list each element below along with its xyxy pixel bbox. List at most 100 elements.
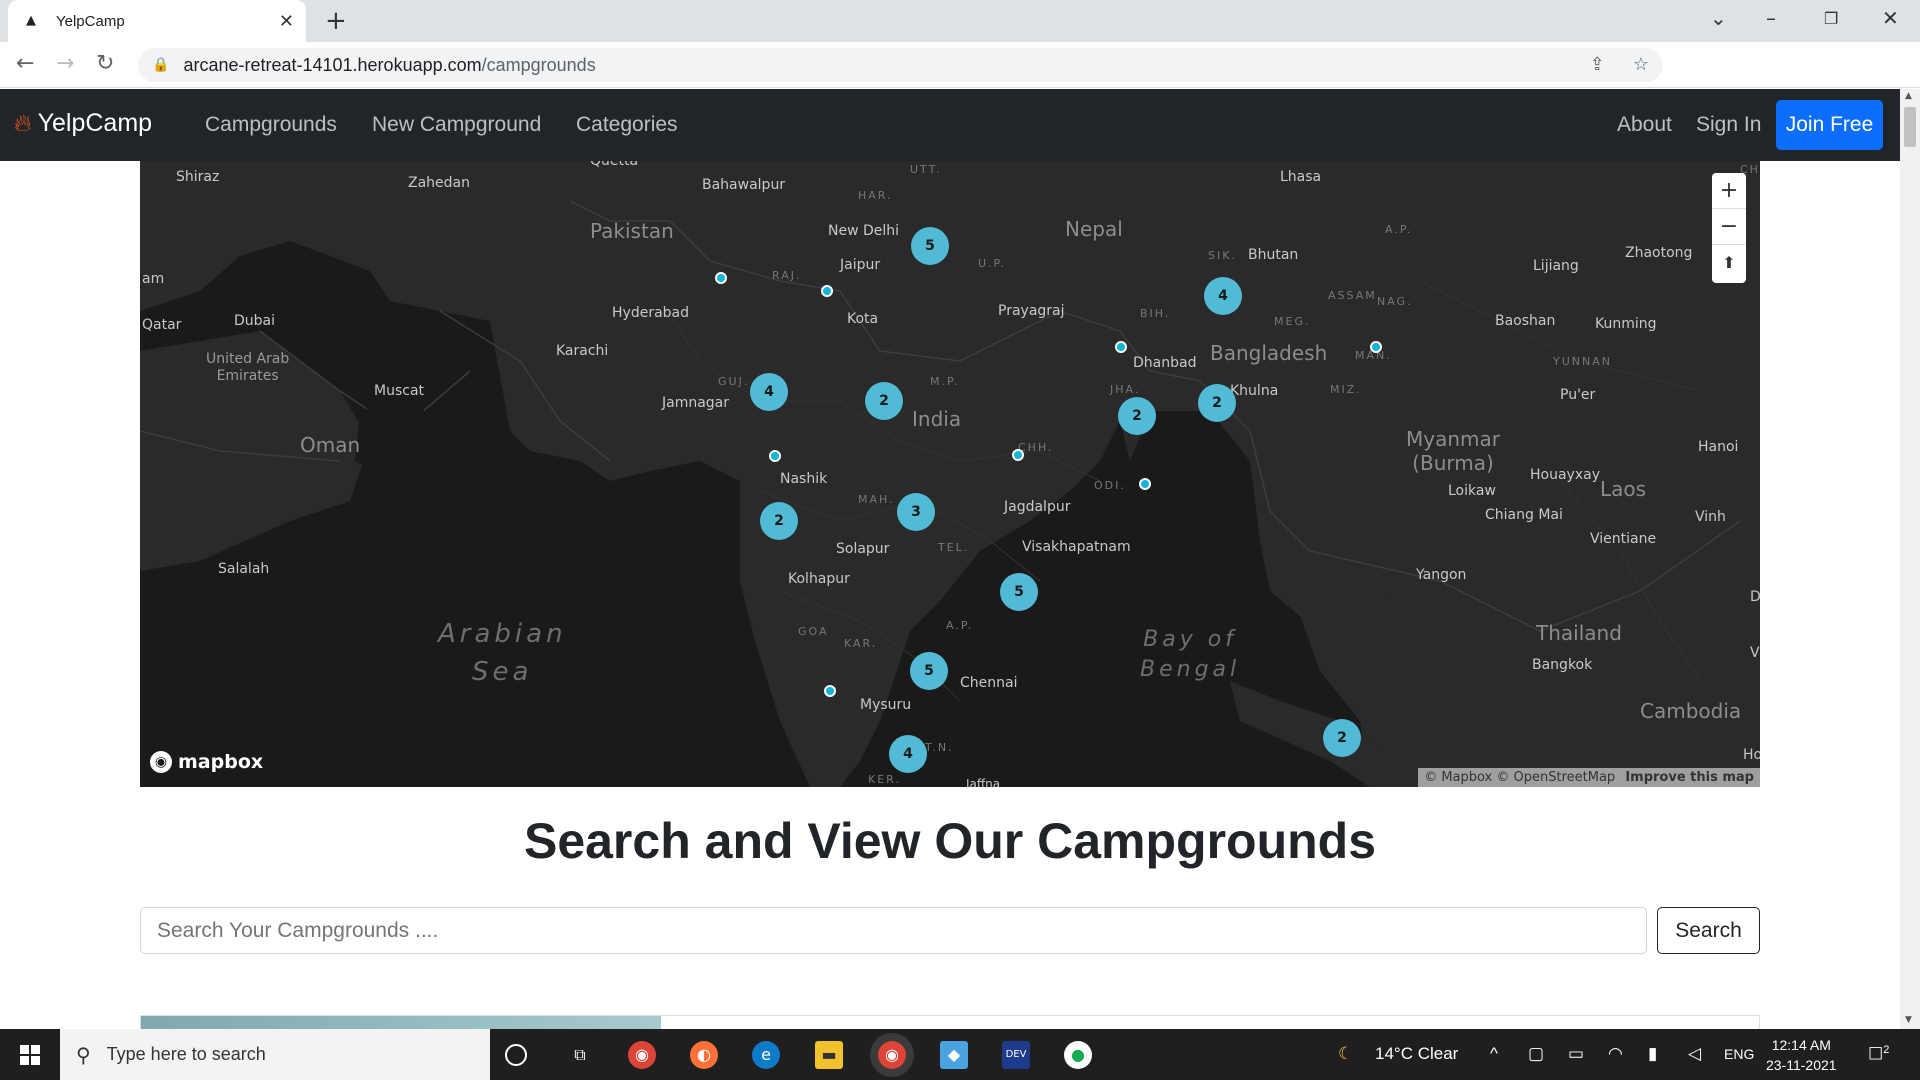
close-tab-icon[interactable]: ✕ (279, 11, 294, 32)
browser-tab[interactable]: ▲ YelpCamp ✕ (8, 0, 306, 42)
map-label: Baoshan (1495, 313, 1556, 329)
map-landmass (140, 161, 1760, 787)
compass-reset-button[interactable]: ⬆ (1712, 245, 1746, 281)
task-view-icon[interactable]: ⧉ (566, 1041, 594, 1069)
weather-text[interactable]: 14°C Clear (1375, 1044, 1458, 1064)
campground-card[interactable] (140, 1015, 1760, 1030)
attribution-text[interactable]: © Mapbox © OpenStreetMap (1424, 770, 1615, 785)
forward-icon[interactable]: → (56, 51, 74, 76)
mapbox-logo[interactable]: ◉ mapbox (150, 751, 263, 773)
campground-marker[interactable] (1115, 341, 1127, 353)
map-label: MIZ. (1330, 383, 1362, 396)
map-label: Oman (300, 433, 361, 457)
map-label: SIK. (1208, 249, 1237, 262)
scrollbar-thumb[interactable] (1904, 107, 1916, 147)
map-label: Hanoi (1698, 439, 1739, 455)
battery-icon[interactable]: ▮ (1648, 1044, 1657, 1064)
back-icon[interactable]: ← (16, 51, 34, 76)
campground-marker[interactable] (821, 285, 833, 297)
map-label: Lijiang (1533, 258, 1579, 274)
edge-icon[interactable]: e (752, 1041, 780, 1069)
map-label: Karachi (556, 343, 609, 359)
zoom-out-button[interactable]: − (1712, 209, 1746, 245)
language-indicator[interactable]: ENG (1724, 1046, 1754, 1062)
display-icon[interactable]: ▭ (1568, 1044, 1584, 1064)
windows-start-icon[interactable] (20, 1045, 40, 1065)
scroll-up-arrow-icon[interactable]: ▲ (1905, 91, 1912, 101)
nav-link-new-campground[interactable]: New Campground (372, 113, 541, 137)
map-label: Shiraz (176, 169, 220, 185)
firefox-icon[interactable]: ◐ (690, 1041, 718, 1069)
tab-title: YelpCamp (56, 12, 125, 30)
tray-chevron-icon[interactable]: ^ (1490, 1044, 1498, 1064)
brand-link[interactable]: 🔥︎ YelpCamp (14, 109, 152, 138)
new-tab-icon[interactable]: + (325, 6, 347, 36)
tent-favicon-icon: ▲ (26, 13, 36, 28)
restore-icon[interactable]: ❐ (1824, 9, 1838, 28)
campground-marker[interactable] (824, 685, 836, 697)
minimize-icon[interactable]: – (1766, 6, 1776, 30)
scroll-down-arrow-icon[interactable]: ▼ (1905, 1015, 1912, 1025)
system-clock[interactable]: 12:14 AM 23-11-2021 (1766, 1035, 1837, 1075)
wifi-icon[interactable]: ◠ (1608, 1044, 1623, 1064)
cluster-marker[interactable]: 3 (897, 493, 935, 531)
campground-marker[interactable] (1012, 449, 1024, 461)
cluster-marker[interactable]: 2 (1118, 397, 1156, 435)
map-label: Mysuru (860, 697, 912, 713)
map-label: United Arab Emirates (206, 351, 290, 384)
zoom-in-button[interactable]: + (1712, 173, 1746, 209)
map-label: Zahedan (408, 175, 470, 191)
cluster-marker[interactable]: 4 (750, 373, 788, 411)
cortana-icon[interactable] (505, 1044, 527, 1066)
chrome-active-icon[interactable]: ◉ (878, 1041, 906, 1069)
search-button[interactable]: Search (1657, 907, 1760, 954)
campground-marker[interactable] (1370, 341, 1382, 353)
chrome-icon[interactable]: ◉ (628, 1041, 656, 1069)
campground-marker[interactable] (1139, 478, 1151, 490)
cluster-marker[interactable]: 5 (911, 227, 949, 265)
map-label: Laos (1600, 477, 1647, 501)
join-free-button[interactable]: Join Free (1776, 100, 1883, 150)
share-icon[interactable]: ⇪ (1590, 54, 1605, 75)
cluster-marker[interactable]: 2 (1323, 719, 1361, 757)
nav-link-campgrounds[interactable]: Campgrounds (205, 113, 337, 137)
tab-search-chevron-icon[interactable]: ⌄ (1710, 6, 1727, 30)
notification-center-icon[interactable]: ☐2 (1868, 1044, 1889, 1065)
map-label: Pu'er (1560, 387, 1596, 403)
improve-map-link[interactable]: Improve this map (1625, 770, 1754, 785)
cluster-marker[interactable]: 2 (865, 382, 903, 420)
search-input[interactable] (140, 907, 1647, 954)
meet-icon[interactable]: ▢ (1528, 1044, 1544, 1064)
cluster-marker[interactable]: 5 (910, 652, 948, 690)
nav-link-categories[interactable]: Categories (576, 113, 678, 137)
cluster-marker[interactable]: 2 (1198, 384, 1236, 422)
cluster-map[interactable]: Shiraz Zahedan Quetta Bahawalpur UTT. HA… (140, 161, 1760, 787)
cluster-marker[interactable]: 5 (1000, 573, 1038, 611)
reload-icon[interactable]: ↻ (96, 51, 114, 76)
map-label: India (912, 407, 962, 431)
window-close-icon[interactable]: ✕ (1882, 6, 1899, 30)
volume-icon[interactable]: ◁ (1688, 1044, 1701, 1064)
map-label: Vientiane (1590, 531, 1657, 547)
page-scrollbar[interactable]: ▲ ▼ (1900, 89, 1920, 1029)
address-bar[interactable]: 🔒 arcane-retreat-14101.herokuapp.com/cam… (138, 48, 1663, 82)
app-icon[interactable]: ◆ (940, 1041, 968, 1069)
campground-card-image (141, 1016, 661, 1030)
dev-app-icon[interactable]: DEV (1002, 1041, 1030, 1069)
mongodb-icon[interactable]: ● (1064, 1041, 1092, 1069)
file-explorer-icon[interactable]: ▬ (815, 1041, 843, 1069)
map-label: ODI. (1094, 479, 1126, 492)
bookmark-star-icon[interactable]: ☆ (1633, 54, 1649, 75)
cluster-marker[interactable]: 4 (1204, 277, 1242, 315)
nav-link-about[interactable]: About (1617, 113, 1672, 137)
campground-marker[interactable] (769, 450, 781, 462)
taskbar-search-box[interactable]: ⚲ Type here to search (60, 1029, 490, 1080)
map-navigation-control: + − ⬆ (1712, 173, 1746, 283)
map-label: GUJ. (718, 375, 750, 388)
campground-marker[interactable] (715, 272, 727, 284)
cluster-marker[interactable]: 4 (889, 735, 927, 773)
cluster-marker[interactable]: 2 (760, 502, 798, 540)
nav-link-sign-in[interactable]: Sign In (1696, 113, 1761, 137)
map-label: MEG. (1274, 315, 1311, 328)
map-label: Jamnagar (662, 395, 730, 411)
